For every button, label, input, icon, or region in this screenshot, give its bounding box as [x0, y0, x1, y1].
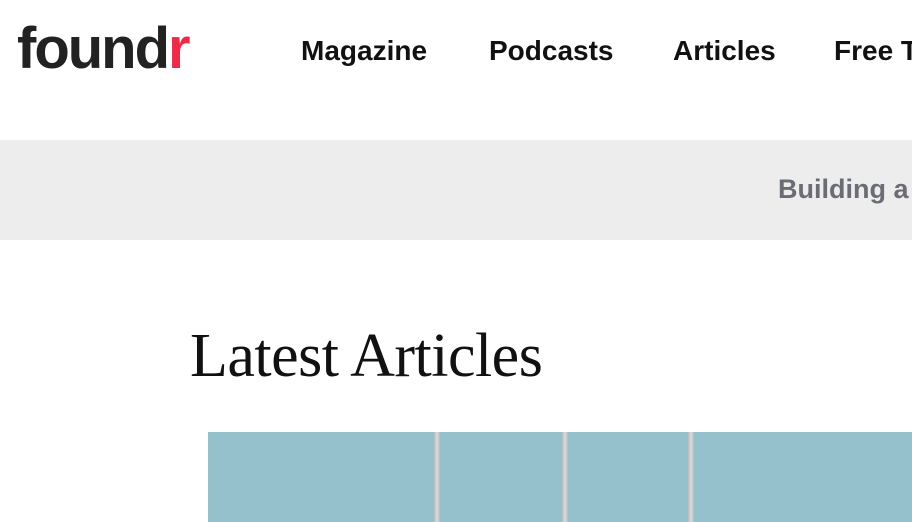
- nav-articles[interactable]: Articles: [673, 33, 776, 69]
- site-header: foundr Magazine Podcasts Articles Free T: [0, 0, 912, 140]
- article-thumbnail[interactable]: [568, 432, 688, 522]
- articles-thumbnail-row: [208, 432, 912, 522]
- banner-link[interactable]: Building a: [778, 171, 909, 207]
- logo-accent-letter: r: [168, 16, 191, 81]
- foundr-logo[interactable]: foundr: [17, 14, 191, 84]
- logo-main-text: found: [17, 16, 170, 81]
- nav-free-tools[interactable]: Free T: [834, 33, 912, 69]
- page: foundr Magazine Podcasts Articles Free T…: [0, 0, 912, 522]
- nav-magazine[interactable]: Magazine: [301, 33, 427, 69]
- article-thumbnail[interactable]: [440, 432, 562, 522]
- announcement-banner: Building a: [0, 140, 912, 240]
- nav-podcasts[interactable]: Podcasts: [489, 33, 614, 69]
- article-thumbnail[interactable]: [208, 432, 434, 522]
- latest-articles-heading: Latest Articles: [190, 322, 543, 390]
- article-thumbnail[interactable]: [694, 432, 912, 522]
